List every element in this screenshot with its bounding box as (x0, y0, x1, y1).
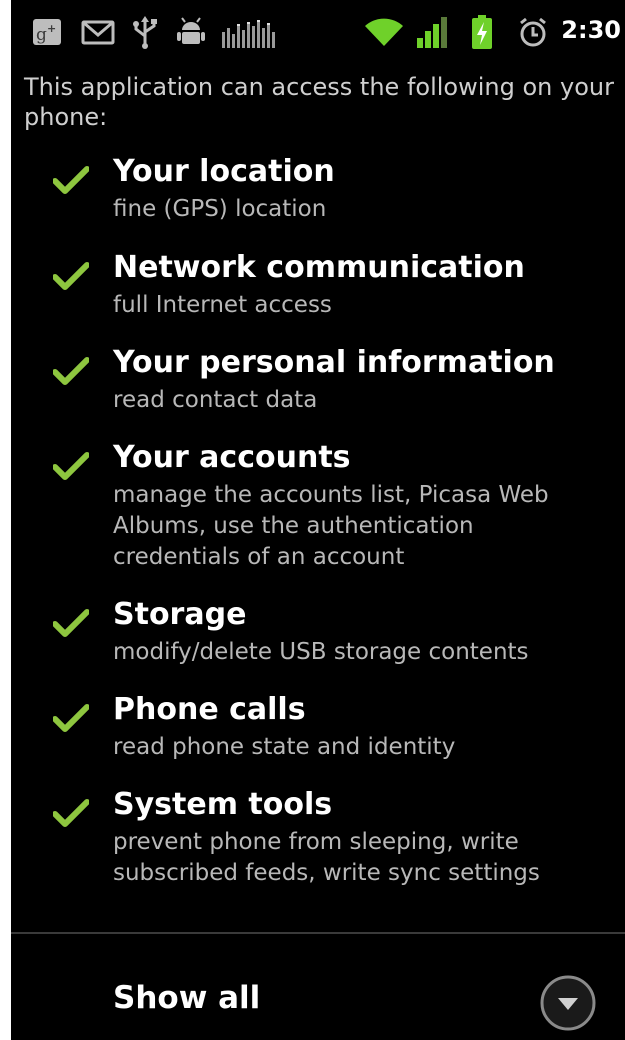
permission-description: modify/delete USB storage contents (113, 639, 529, 665)
show-all-row[interactable]: Show all (11, 936, 625, 1040)
battery-charging-icon (472, 15, 492, 49)
permission-description: fine (GPS) location (113, 196, 327, 222)
permission-description: full Internet access (113, 292, 332, 318)
permission-title: Your personal information (113, 345, 555, 380)
permission-description: read phone state and identity (113, 734, 456, 760)
svg-text:+: + (47, 22, 56, 35)
clock: 2:30 (561, 16, 621, 44)
gmail-icon (81, 20, 115, 45)
equalizer-icon (222, 20, 275, 48)
divider (11, 932, 625, 934)
permission-title: Network communication (113, 250, 525, 285)
permission-description: read contact data (113, 387, 318, 413)
permission-title: Your location (113, 154, 335, 189)
wifi-icon (365, 18, 403, 46)
permission-title: System tools (113, 787, 333, 822)
check-icon (53, 452, 89, 480)
check-icon (53, 166, 89, 194)
permission-description: manage the accounts list, Picasa Web Alb… (113, 482, 549, 570)
check-icon (53, 609, 89, 637)
check-icon (53, 799, 89, 827)
permissions-screen: g + 2:30 This application can access the… (11, 0, 625, 1040)
permission-title: Storage (113, 597, 247, 632)
permission-description: prevent phone from sleeping, write subsc… (113, 829, 540, 886)
google-plus-icon: g + (33, 19, 61, 45)
expand-chevron-down-icon[interactable] (539, 974, 597, 1032)
android-debug-icon (177, 17, 205, 44)
check-icon (53, 704, 89, 732)
permission-title: Phone calls (113, 692, 306, 727)
permission-title: Your accounts (113, 440, 351, 475)
check-icon (53, 357, 89, 385)
svg-text:g: g (36, 25, 47, 45)
signal-icon (417, 17, 447, 48)
usb-icon (133, 16, 157, 49)
intro-text: This application can access the followin… (24, 73, 614, 131)
alarm-icon (520, 17, 546, 47)
show-all-label: Show all (113, 980, 261, 1016)
check-icon (53, 262, 89, 290)
status-bar: g + 2:30 (11, 0, 625, 68)
